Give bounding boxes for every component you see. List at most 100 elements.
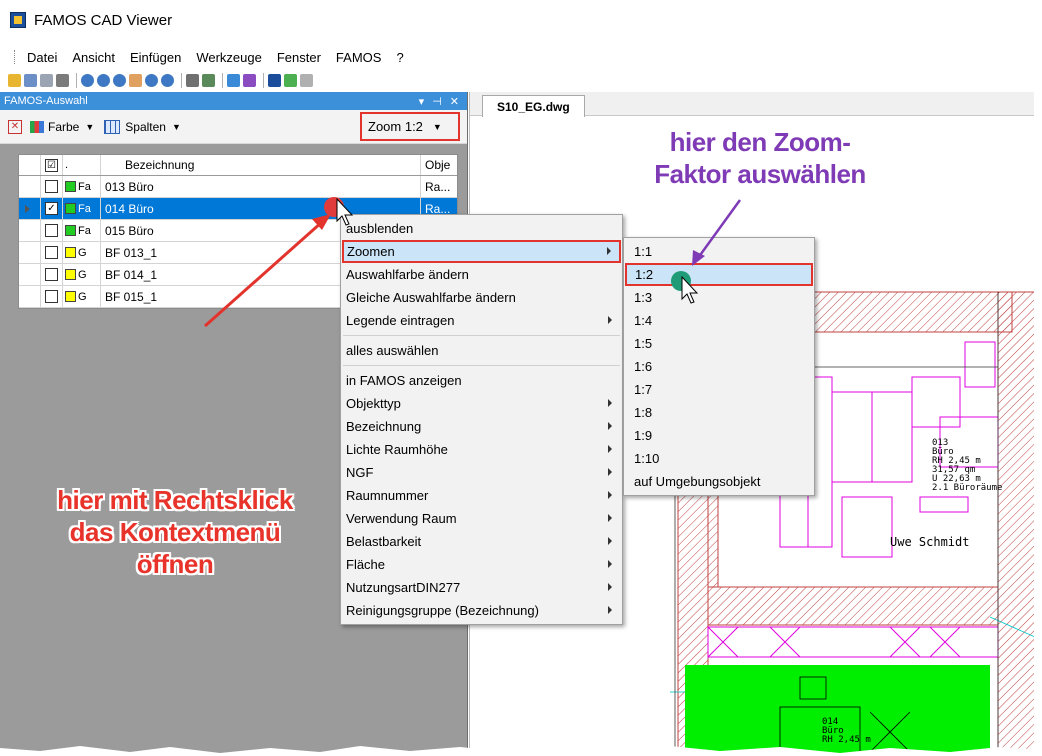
context-menu-item[interactable]: ausblenden	[341, 217, 622, 240]
row-checkbox[interactable]	[41, 176, 63, 197]
current-row-icon	[25, 205, 30, 213]
clear-selection-icon[interactable]: ✕	[8, 119, 22, 134]
zoom-option[interactable]: auf Umgebungsobjekt	[624, 470, 814, 493]
row-checkbox[interactable]	[41, 220, 63, 241]
checkbox[interactable]	[45, 180, 58, 193]
menu-separator	[343, 365, 620, 366]
zoom-option[interactable]: 1:2	[625, 263, 813, 286]
context-menu-item[interactable]: Lichte Raumhöhe	[341, 438, 622, 461]
window-title: FAMOS CAD Viewer	[34, 11, 173, 29]
row-checkbox[interactable]: ✓	[41, 198, 63, 219]
checkbox[interactable]	[45, 246, 58, 259]
context-menu-item[interactable]: Belastbarkeit	[341, 530, 622, 553]
zoom-option[interactable]: 1:7	[624, 378, 814, 401]
row-objekt: Ra...	[425, 179, 451, 194]
row-selector[interactable]	[19, 220, 41, 241]
column-header-objekt[interactable]: Obje	[421, 155, 457, 175]
zoom-option[interactable]: 1:10	[624, 447, 814, 470]
tab-s10-eg[interactable]: S10_EG.dwg	[482, 95, 585, 117]
zoom-option[interactable]: 1:3	[624, 286, 814, 309]
print-icon[interactable]	[56, 73, 69, 87]
context-menu-item[interactable]: NGF	[341, 461, 622, 484]
context-menu-item[interactable]: NutzungsartDIN277	[341, 576, 622, 599]
column-header-bezeichnung[interactable]: Bezeichnung	[101, 155, 421, 175]
zoom-previous-icon[interactable]	[161, 73, 174, 87]
menu-bar: Datei Ansicht Einfügen Werkzeuge Fenster…	[0, 46, 1034, 68]
table-row[interactable]: Fa 013 Büro Ra...	[19, 176, 457, 198]
open-file-icon[interactable]	[8, 73, 21, 87]
context-menu-item[interactable]: Verwendung Raum	[341, 507, 622, 530]
select-icon[interactable]	[284, 73, 297, 87]
chevron-down-icon[interactable]: ▼	[85, 122, 94, 132]
menu-item-label: Reinigungsgruppe (Bezeichnung)	[346, 603, 539, 618]
submenu-arrow-icon	[608, 606, 612, 614]
checkbox[interactable]: ✓	[45, 202, 58, 215]
row-checkbox[interactable]	[41, 264, 63, 285]
zoom-option[interactable]: 1:5	[624, 332, 814, 355]
zoom-dropdown[interactable]: Zoom 1:2 ▼	[360, 112, 460, 141]
row-selector[interactable]	[19, 176, 41, 197]
zoom-out-icon[interactable]	[113, 73, 126, 87]
menu-datei[interactable]: Datei	[27, 50, 57, 65]
context-menu-item[interactable]: Zoomen	[342, 240, 621, 263]
back-icon[interactable]	[268, 73, 281, 87]
zoom-in-icon[interactable]	[97, 73, 110, 87]
panel-close-icon[interactable]: ✕	[450, 95, 459, 108]
chevron-down-icon[interactable]: ▼	[172, 122, 181, 132]
context-menu-item[interactable]: Objekttyp	[341, 392, 622, 415]
menu-help[interactable]: ?	[396, 50, 403, 65]
torn-edge-bottom	[0, 746, 1042, 756]
checkbox[interactable]	[45, 268, 58, 281]
menu-item-label: Lichte Raumhöhe	[346, 442, 448, 457]
zoom-option[interactable]: 1:1	[624, 240, 814, 263]
context-menu-item[interactable]: Gleiche Auswahlfarbe ändern	[341, 286, 622, 309]
menu-werkzeuge[interactable]: Werkzeuge	[196, 50, 262, 65]
panel-pin-icon[interactable]: ⊣	[432, 95, 442, 108]
print-preview-icon[interactable]	[40, 73, 53, 87]
menu-famos[interactable]: FAMOS	[336, 50, 382, 65]
context-menu-item[interactable]: Raumnummer	[341, 484, 622, 507]
menu-einfuegen[interactable]: Einfügen	[130, 50, 181, 65]
link-icon[interactable]	[300, 73, 313, 87]
context-menu-item[interactable]: Auswahlfarbe ändern	[341, 263, 622, 286]
color-button[interactable]: Farbe	[48, 120, 79, 134]
zoom-option[interactable]: 1:4	[624, 309, 814, 332]
row-selector[interactable]	[19, 286, 41, 307]
column-header-type[interactable]: .	[63, 155, 101, 175]
row-selector[interactable]	[19, 264, 41, 285]
menu-item-label: alles auswählen	[346, 343, 439, 358]
zoom-window-icon[interactable]	[81, 73, 94, 87]
chevron-down-icon[interactable]: ▼	[433, 122, 442, 132]
context-menu-item[interactable]: Fläche	[341, 553, 622, 576]
zoom-option[interactable]: 1:9	[624, 424, 814, 447]
row-type: Fa	[63, 176, 101, 197]
row-header-cell	[19, 155, 41, 175]
toolbar-separator	[263, 72, 264, 88]
header-checkbox[interactable]: ☑	[41, 155, 63, 175]
zoom-option[interactable]: 1:6	[624, 355, 814, 378]
zoom-option[interactable]: 1:8	[624, 401, 814, 424]
checkbox[interactable]	[45, 290, 58, 303]
context-menu-item[interactable]: Legende eintragen	[341, 309, 622, 332]
table-icon[interactable]	[243, 73, 256, 87]
pan-hand-icon[interactable]	[129, 73, 142, 87]
columns-button[interactable]: Spalten	[125, 120, 166, 134]
context-menu-item[interactable]: Reinigungsgruppe (Bezeichnung)	[341, 599, 622, 622]
context-menu-item[interactable]: in FAMOS anzeigen	[341, 369, 622, 392]
row-checkbox[interactable]	[41, 242, 63, 263]
panel-dropdown-icon[interactable]: ▾	[419, 95, 425, 108]
checkbox[interactable]	[45, 224, 58, 237]
layers-icon[interactable]	[186, 73, 199, 87]
row-selector[interactable]	[19, 242, 41, 263]
document-icon[interactable]	[24, 73, 37, 87]
properties-icon[interactable]	[202, 73, 215, 87]
row-selector[interactable]	[19, 198, 41, 219]
context-menu-item[interactable]: Bezeichnung	[341, 415, 622, 438]
row-checkbox[interactable]	[41, 286, 63, 307]
context-menu-item[interactable]: alles auswählen	[341, 339, 622, 362]
torn-edge-right	[1034, 0, 1042, 756]
menu-fenster[interactable]: Fenster	[277, 50, 321, 65]
grid-view-icon[interactable]	[227, 73, 240, 87]
zoom-extents-icon[interactable]	[145, 73, 158, 87]
menu-ansicht[interactable]: Ansicht	[72, 50, 115, 65]
